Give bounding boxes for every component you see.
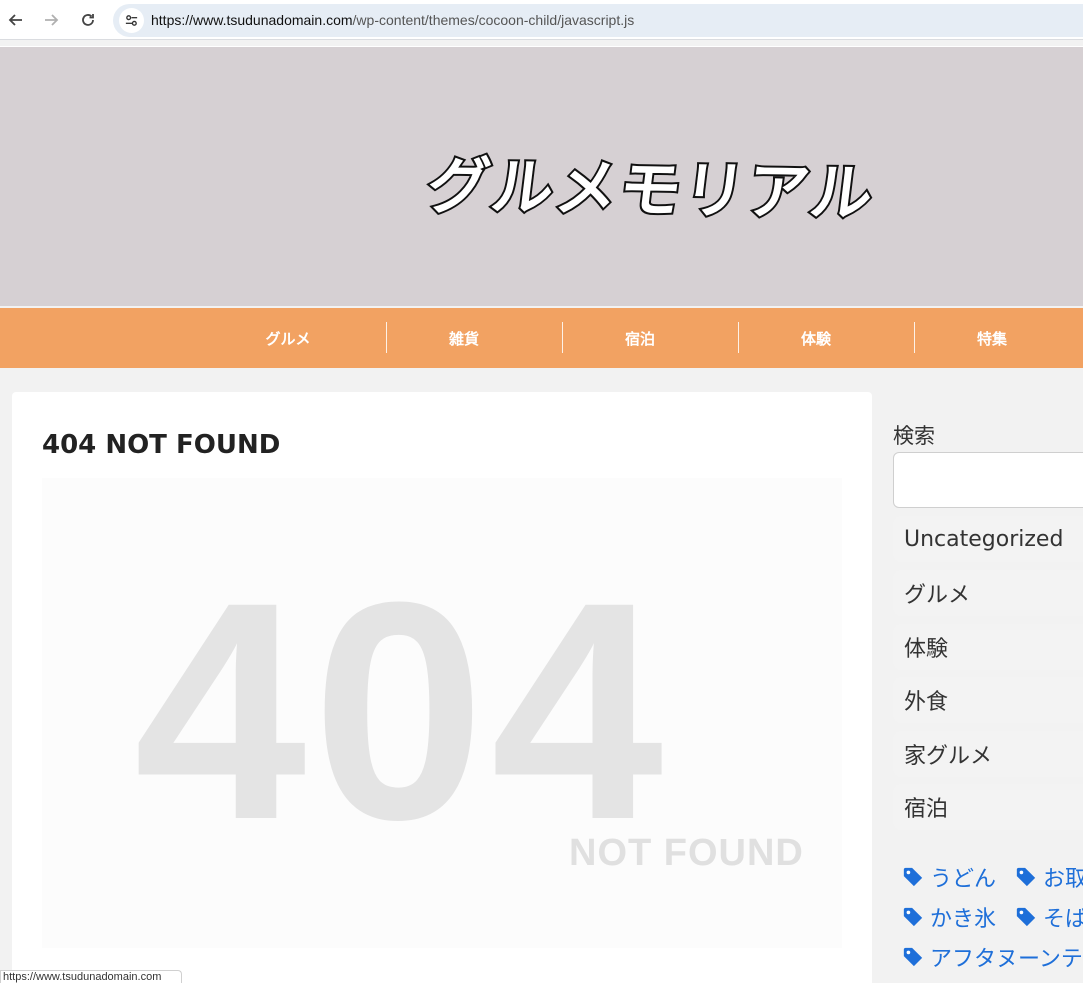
global-nav: グルメ 雑貨 宿泊 体験 特集 <box>0 308 1083 368</box>
category-item-dining-out[interactable]: 外食 <box>893 677 1083 723</box>
tag-link[interactable]: アフタヌーンテ <box>902 941 1083 973</box>
tag-icon <box>903 907 923 927</box>
category-item-gourmet[interactable]: グルメ <box>893 570 1083 616</box>
not-found-image: 404 NOT FOUND <box>42 478 842 948</box>
nav-item-goods[interactable]: 雑貨 <box>376 308 552 368</box>
main-content: 404 NOT FOUND 404 NOT FOUND <box>12 392 872 983</box>
tag-label: そば <box>1043 907 1083 932</box>
url-path: /wp-content/themes/cocoon-child/javascri… <box>352 12 635 28</box>
tag-label: かき氷 <box>930 907 997 932</box>
tag-link[interactable]: うどん <box>902 861 996 893</box>
nav-item-feature[interactable]: 特集 <box>904 308 1080 368</box>
tag-icon <box>903 867 923 887</box>
tag-icon <box>1016 907 1036 927</box>
tag-label: うどん <box>930 867 997 892</box>
site-logo[interactable]: グルメモリアル <box>421 135 880 233</box>
search-input[interactable] <box>893 452 1083 508</box>
not-found-caption: NOT FOUND <box>569 832 804 874</box>
tag-icon <box>903 947 923 967</box>
nav-item-stay[interactable]: 宿泊 <box>552 308 728 368</box>
reload-icon <box>82 14 94 26</box>
tag-label: アフタヌーンテ <box>930 947 1083 972</box>
status-bar-url: https://www.tsudunadomain.com <box>0 970 182 983</box>
tune-icon <box>125 15 138 26</box>
category-item-stay[interactable]: 宿泊 <box>893 784 1083 830</box>
nav-item-gourmet[interactable]: グルメ <box>200 308 376 368</box>
tag-link[interactable]: お取 <box>1015 861 1083 893</box>
site-header: グルメモリアル <box>0 46 1083 306</box>
tag-label: お取 <box>1043 867 1083 892</box>
arrow-left-icon <box>8 14 22 26</box>
url-host: https://www.tsudunadomain.com <box>151 12 353 28</box>
tag-link[interactable]: かき氷 <box>902 901 996 933</box>
site-info-button[interactable] <box>119 8 144 33</box>
address-bar[interactable]: https://www.tsudunadomain.com/wp-content… <box>113 4 1083 37</box>
reload-button[interactable] <box>75 7 101 33</box>
category-item-uncategorized[interactable]: Uncategorized <box>893 516 1083 562</box>
sidebar: 検索 Uncategorized グルメ 体験 外食 家グルメ 宿泊 うどん お… <box>892 392 1083 983</box>
category-item-experience[interactable]: 体験 <box>893 624 1083 670</box>
arrow-right-icon <box>45 14 59 26</box>
search-label: 検索 <box>893 424 935 448</box>
tag-icon <box>1016 867 1036 887</box>
page-title: 404 NOT FOUND <box>42 430 281 460</box>
back-button[interactable] <box>3 7 29 33</box>
forward-button[interactable] <box>38 7 64 33</box>
not-found-big-number: 404 <box>134 537 670 884</box>
browser-toolbar: https://www.tsudunadomain.com/wp-content… <box>0 0 1083 40</box>
nav-item-experience[interactable]: 体験 <box>728 308 904 368</box>
url-text: https://www.tsudunadomain.com/wp-content… <box>151 12 634 28</box>
category-item-home-gourmet[interactable]: 家グルメ <box>893 731 1083 777</box>
tag-link[interactable]: そば <box>1015 901 1083 933</box>
